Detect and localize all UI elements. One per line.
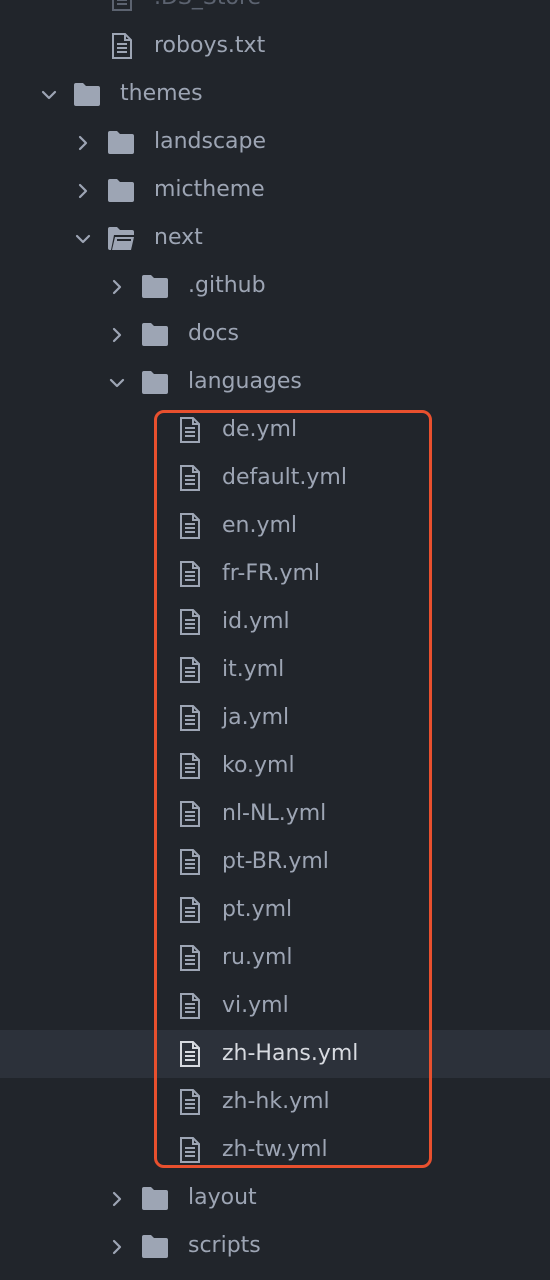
chevron-right-icon[interactable]	[74, 133, 92, 151]
folder-icon	[141, 1233, 169, 1259]
folder-open-icon	[107, 225, 135, 251]
tree-folder-next[interactable]: next	[0, 214, 550, 262]
tree-file-pt-yml[interactable]: pt.yml	[0, 886, 550, 934]
file-icon	[179, 1136, 201, 1164]
tree-file-default-yml[interactable]: default.yml	[0, 454, 550, 502]
tree-folder-scripts[interactable]: scripts	[0, 1222, 550, 1270]
tree-file-ko-yml[interactable]: ko.yml	[0, 742, 550, 790]
file-icon	[179, 992, 201, 1020]
tree-item-label: fr-FR.yml	[222, 561, 321, 586]
folder-icon	[141, 369, 169, 395]
tree-folder-docs[interactable]: docs	[0, 310, 550, 358]
tree-folder-themes[interactable]: themes	[0, 70, 550, 118]
tree-folder-layout[interactable]: layout	[0, 1174, 550, 1222]
tree-item-label: layout	[188, 1185, 257, 1210]
tree-item-label: docs	[188, 321, 239, 346]
file-icon	[179, 1040, 201, 1068]
chevron-right-icon[interactable]	[108, 277, 126, 295]
folder-icon	[107, 129, 135, 155]
tree-file-ja-yml[interactable]: ja.yml	[0, 694, 550, 742]
tree-item-label: pt-BR.yml	[222, 849, 329, 874]
tree-item-label: .github	[188, 273, 266, 298]
file-icon	[179, 848, 201, 876]
file-icon	[179, 944, 201, 972]
tree-item-label: it.yml	[222, 657, 285, 682]
tree-item-label: de.yml	[222, 417, 298, 442]
folder-icon	[141, 321, 169, 347]
file-icon	[179, 896, 201, 924]
file-icon	[179, 512, 201, 540]
file-icon	[179, 464, 201, 492]
file-icon	[179, 416, 201, 444]
folder-icon	[141, 273, 169, 299]
tree-file-it-yml[interactable]: it.yml	[0, 646, 550, 694]
tree-item-label: ko.yml	[222, 753, 295, 778]
folder-icon	[107, 177, 135, 203]
tree-item-label: vi.yml	[222, 993, 289, 1018]
tree-item-label: .DS_Store	[154, 0, 261, 22]
tree-file-de-yml[interactable]: de.yml	[0, 406, 550, 454]
tree-file-zh-hk-yml[interactable]: zh-hk.yml	[0, 1078, 550, 1126]
tree-item-label: zh-Hans.yml	[222, 1041, 359, 1066]
tree-folder-languages[interactable]: languages	[0, 358, 550, 406]
chevron-down-icon[interactable]	[40, 85, 58, 103]
tree-item-label: scripts	[188, 1233, 261, 1258]
tree-folder-mictheme[interactable]: mictheme	[0, 166, 550, 214]
tree-item-label: id.yml	[222, 609, 290, 634]
tree-file-pt-br-yml[interactable]: pt-BR.yml	[0, 838, 550, 886]
tree-item-label: landscape	[154, 129, 267, 154]
tree-item-label: pt.yml	[222, 897, 293, 922]
file-icon	[179, 656, 201, 684]
chevron-right-icon[interactable]	[108, 325, 126, 343]
tree-file-en-yml[interactable]: en.yml	[0, 502, 550, 550]
tree-file-zh-tw-yml[interactable]: zh-tw.yml	[0, 1126, 550, 1174]
tree-item-label: ru.yml	[222, 945, 293, 970]
chevron-right-icon[interactable]	[108, 1237, 126, 1255]
file-icon	[179, 800, 201, 828]
folder-icon	[141, 1185, 169, 1211]
file-icon	[179, 608, 201, 636]
file-icon	[179, 704, 201, 732]
tree-item-label: languages	[188, 369, 302, 394]
tree-item-label: nl-NL.yml	[222, 801, 327, 826]
chevron-right-icon[interactable]	[74, 181, 92, 199]
tree-item-label: zh-hk.yml	[222, 1089, 330, 1114]
tree-folder-github[interactable]: .github	[0, 262, 550, 310]
tree-item-label: themes	[120, 81, 203, 106]
file-icon	[179, 1088, 201, 1116]
tree-file-ru-yml[interactable]: ru.yml	[0, 934, 550, 982]
file-icon	[179, 560, 201, 588]
tree-file-zh-hans-yml[interactable]: zh-Hans.yml	[0, 1030, 550, 1078]
file-icon	[179, 752, 201, 780]
tree-item-label: mictheme	[154, 177, 265, 202]
tree-file-vi-yml[interactable]: vi.yml	[0, 982, 550, 1030]
tree-item-label: next	[154, 225, 203, 250]
file-tree: .DS_Store roboys.txt themes landscape micthe…	[0, 0, 550, 1280]
tree-file-ds-store[interactable]: .DS_Store	[0, 0, 550, 22]
chevron-down-icon[interactable]	[74, 229, 92, 247]
tree-file-fr-fr-yml[interactable]: fr-FR.yml	[0, 550, 550, 598]
tree-item-label: default.yml	[222, 465, 347, 490]
tree-item-label: en.yml	[222, 513, 298, 538]
tree-item-label: zh-tw.yml	[222, 1137, 328, 1162]
tree-file-id-yml[interactable]: id.yml	[0, 598, 550, 646]
tree-item-label: ja.yml	[222, 705, 290, 730]
tree-item-label: roboys.txt	[154, 33, 266, 58]
chevron-right-icon[interactable]	[108, 1189, 126, 1207]
folder-icon	[73, 81, 101, 107]
tree-file-roboys-txt[interactable]: roboys.txt	[0, 22, 550, 70]
tree-file-nl-nl-yml[interactable]: nl-NL.yml	[0, 790, 550, 838]
file-icon	[111, 0, 133, 12]
file-icon	[111, 32, 133, 60]
tree-folder-landscape[interactable]: landscape	[0, 118, 550, 166]
chevron-down-icon[interactable]	[108, 373, 126, 391]
